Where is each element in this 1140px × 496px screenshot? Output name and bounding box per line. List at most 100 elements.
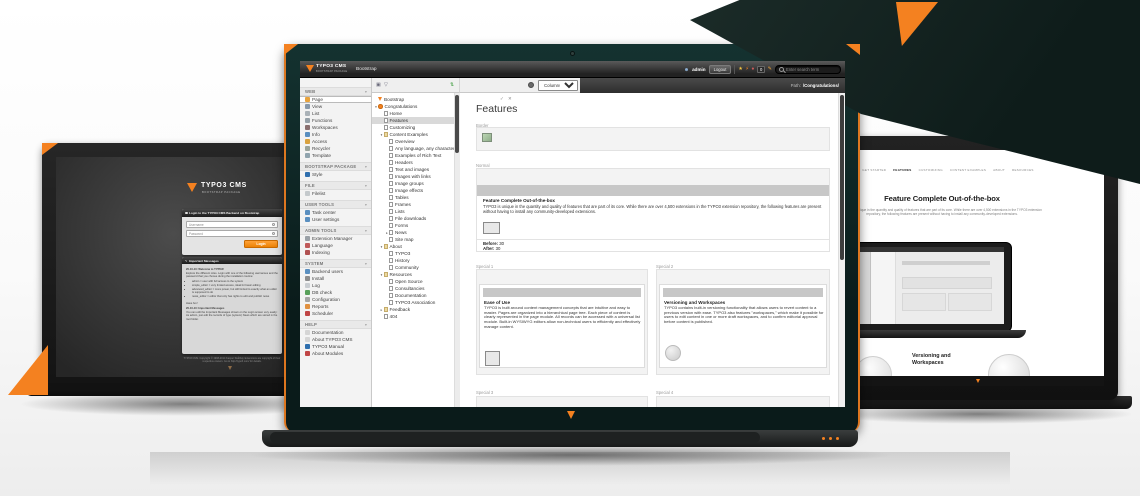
module-menu-item[interactable]: Access <box>300 138 371 145</box>
tree-item[interactable]: File downloads <box>372 215 459 222</box>
module-menu-item[interactable]: Task center <box>300 209 371 216</box>
content-element-special4[interactable] <box>656 396 830 407</box>
tree-item[interactable]: Consultancies <box>372 285 459 292</box>
module-menu-item[interactable]: Indexing <box>300 249 371 256</box>
tree-item[interactable]: Image effects <box>372 187 459 194</box>
refresh-icon[interactable]: ⇅ <box>450 82 454 88</box>
columns-select[interactable]: Columns <box>538 80 578 91</box>
tree-item[interactable]: Open Source <box>372 278 459 285</box>
tree-item[interactable]: Tables <box>372 194 459 201</box>
frontend-nav-item[interactable]: CONTENT EXAMPLES <box>950 168 986 172</box>
new-page-icon[interactable]: ▣ <box>376 82 381 88</box>
module-menu-item[interactable]: Workspaces <box>300 124 371 131</box>
tree-item[interactable]: TYPO3 Association <box>372 299 459 306</box>
tree-item[interactable]: Text and images <box>372 166 459 173</box>
tree-item[interactable]: Bootstrap <box>372 96 459 103</box>
tree-item[interactable]: Images with links <box>372 173 459 180</box>
module-menu-item[interactable]: Configuration <box>300 296 371 303</box>
tree-scrollbar-thumb[interactable] <box>455 95 459 153</box>
tree-item[interactable]: Features <box>372 117 459 124</box>
module-menu-item[interactable]: Recycler <box>300 145 371 152</box>
module-menu-item[interactable]: Filelist <box>300 190 371 197</box>
module-menu-item[interactable]: Scheduler <box>300 310 371 317</box>
module-menu-item[interactable]: Documentation <box>300 329 371 336</box>
tree-item[interactable]: Home <box>372 110 459 117</box>
opendocs-icon[interactable]: ✎ <box>768 67 772 72</box>
recycler-icon <box>305 146 310 151</box>
module-menu-section-header[interactable]: WEB ▾ <box>300 87 371 96</box>
login-button[interactable]: Login <box>244 240 278 248</box>
module-menu-item[interactable]: Log <box>300 282 371 289</box>
tree-item[interactable]: ▸ Feedback <box>372 306 459 313</box>
content-element-special2[interactable]: Versioning and Workspaces TYPO3 contains… <box>656 269 830 375</box>
module-menu-item[interactable]: Info <box>300 131 371 138</box>
module-menu-section-header[interactable]: BOOTSTRAP PACKAGE ▾ <box>300 162 371 171</box>
frontend-nav-item[interactable]: CUSTOMIZING <box>919 168 943 172</box>
module-menu-item[interactable]: About Modules <box>300 350 371 357</box>
tree-item[interactable]: Site map <box>372 236 459 243</box>
frontend-screen: GET STARTED FEATURES CUSTOMIZING CONTENT EX… <box>852 150 1104 386</box>
search-input[interactable] <box>786 67 837 72</box>
tree-item[interactable]: ▸ News <box>372 229 459 236</box>
save-icon[interactable]: ✓ <box>500 96 504 102</box>
module-menu-item[interactable]: List <box>300 110 371 117</box>
module-menu-item[interactable]: Install <box>300 275 371 282</box>
close-icon[interactable]: ✕ <box>508 96 512 102</box>
star-icon[interactable]: ★ <box>738 67 742 72</box>
username-field[interactable] <box>186 221 278 228</box>
module-menu-item[interactable]: About TYPO3 CMS <box>300 336 371 343</box>
tree-item[interactable]: Lists <box>372 208 459 215</box>
tree-item[interactable]: Headers <box>372 159 459 166</box>
preview-icon[interactable] <box>528 82 534 88</box>
tree-item[interactable]: ▾ Resources <box>372 271 459 278</box>
module-menu-item[interactable]: TYPO3 Manual <box>300 343 371 350</box>
tree-item[interactable]: ▾ Content Examples <box>372 131 459 138</box>
content-scrollbar-thumb[interactable] <box>840 95 844 260</box>
cache-icon[interactable]: ● <box>751 67 754 72</box>
module-menu-section-header[interactable]: FILE ▾ <box>300 181 371 190</box>
frontend-nav-item[interactable]: ABOUT <box>993 168 1005 172</box>
password-field[interactable] <box>186 230 278 237</box>
module-menu-item[interactable]: Style <box>300 171 371 178</box>
flash-icon[interactable]: ⚡ <box>745 67 749 72</box>
content-element-border[interactable] <box>476 127 830 151</box>
module-menu-item[interactable]: Reports <box>300 303 371 310</box>
module-menu-item[interactable]: View <box>300 103 371 110</box>
open-docs-count[interactable]: 0 <box>757 66 764 73</box>
tree-item[interactable]: Customizing <box>372 124 459 131</box>
tree-item[interactable]: Forms <box>372 222 459 229</box>
frontend-nav-item[interactable]: GET STARTED <box>862 168 886 172</box>
tree-item[interactable]: Overview <box>372 138 459 145</box>
content-element-special3[interactable] <box>476 396 648 407</box>
module-menu-item[interactable]: Functions <box>300 117 371 124</box>
tree-item[interactable]: ▾ About <box>372 243 459 250</box>
page-icon <box>389 216 393 221</box>
tree-item[interactable]: Documentation <box>372 292 459 299</box>
tree-item[interactable]: TYPO3 <box>372 250 459 257</box>
module-menu-item[interactable]: Extension Manager <box>300 235 371 242</box>
content-element-special1[interactable]: Ease of Use TYPO3 is built around conten… <box>476 269 648 375</box>
tree-item[interactable]: ▾ Congratulations <box>372 103 459 110</box>
module-menu-section-header[interactable]: SYSTEM ▾ <box>300 259 371 268</box>
tree-item[interactable]: Image groups <box>372 180 459 187</box>
tree-item[interactable]: Any language, any characters <box>372 145 459 152</box>
tree-item[interactable]: 404 <box>372 313 459 320</box>
module-menu-item[interactable]: Template <box>300 152 371 159</box>
module-menu-item[interactable]: Page <box>300 96 371 103</box>
frontend-nav-item[interactable]: FEATURES <box>893 168 911 172</box>
filter-icon[interactable]: ▽ <box>384 82 388 88</box>
frontend-nav-item[interactable]: RESOURCES <box>1012 168 1034 172</box>
module-menu-section-header[interactable]: HELP ▾ <box>300 320 371 329</box>
logout-button[interactable]: Logout <box>709 65 732 74</box>
tree-item[interactable]: History <box>372 257 459 264</box>
module-menu-item[interactable]: DB check <box>300 289 371 296</box>
module-menu-item[interactable]: User settings <box>300 216 371 223</box>
module-menu-item[interactable]: Backend users <box>300 268 371 275</box>
tree-item[interactable]: Community <box>372 264 459 271</box>
module-menu-item[interactable]: Language <box>300 242 371 249</box>
tree-item[interactable]: Frames <box>372 201 459 208</box>
tree-item[interactable]: Examples of Rich Text <box>372 152 459 159</box>
content-element-normal[interactable]: Feature Complete Out-of-the-box TYPO3 is… <box>476 168 830 252</box>
module-menu-section-header[interactable]: ADMIN TOOLS ▾ <box>300 226 371 235</box>
module-menu-section-header[interactable]: USER TOOLS ▾ <box>300 200 371 209</box>
